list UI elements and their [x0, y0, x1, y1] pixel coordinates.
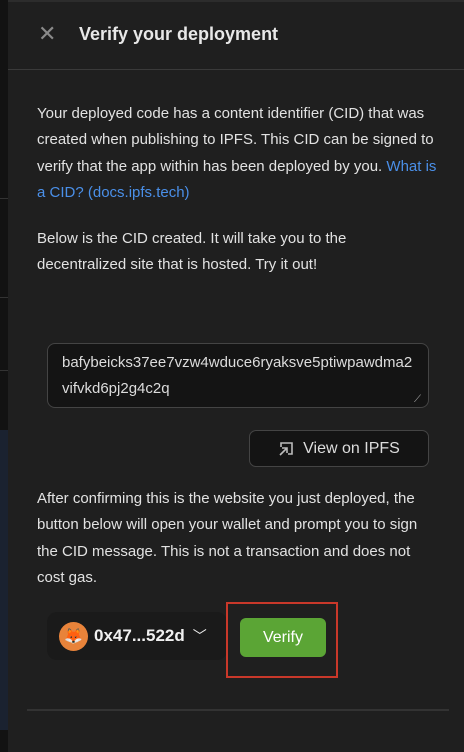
resize-handle-icon[interactable]: ⟋ [414, 394, 421, 405]
metamask-fox-icon: 🦊 [59, 621, 88, 651]
panel-header: ✕ Verify your deployment [8, 0, 464, 70]
wallet-selector[interactable]: 🦊 0x47...522d ﹀ [47, 612, 227, 660]
intro-text: Your deployed code has a content identif… [37, 101, 437, 206]
wallet-address: 0x47...522d [94, 626, 185, 645]
cid-note: Below is the CID created. It will take y… [37, 230, 347, 274]
divider [27, 709, 449, 711]
intro-body: Your deployed code has a content identif… [37, 105, 434, 175]
left-sidebar-edge [0, 0, 8, 752]
chevron-down-icon: ﹀ [192, 628, 207, 644]
close-icon[interactable]: ✕ [38, 22, 56, 46]
verify-button[interactable]: Verify [240, 618, 326, 657]
view-on-ipfs-label: View on IPFS [303, 439, 400, 457]
panel-title: Verify your deployment [79, 24, 279, 44]
external-link-icon [279, 441, 293, 456]
confirm-note: After confirming this is the website you… [37, 490, 418, 586]
view-on-ipfs-button[interactable]: View on IPFS [249, 430, 429, 467]
cid-textarea[interactable]: bafybeicks37ee7vzw4wduce6ryaksve5ptiwpaw… [47, 343, 429, 408]
